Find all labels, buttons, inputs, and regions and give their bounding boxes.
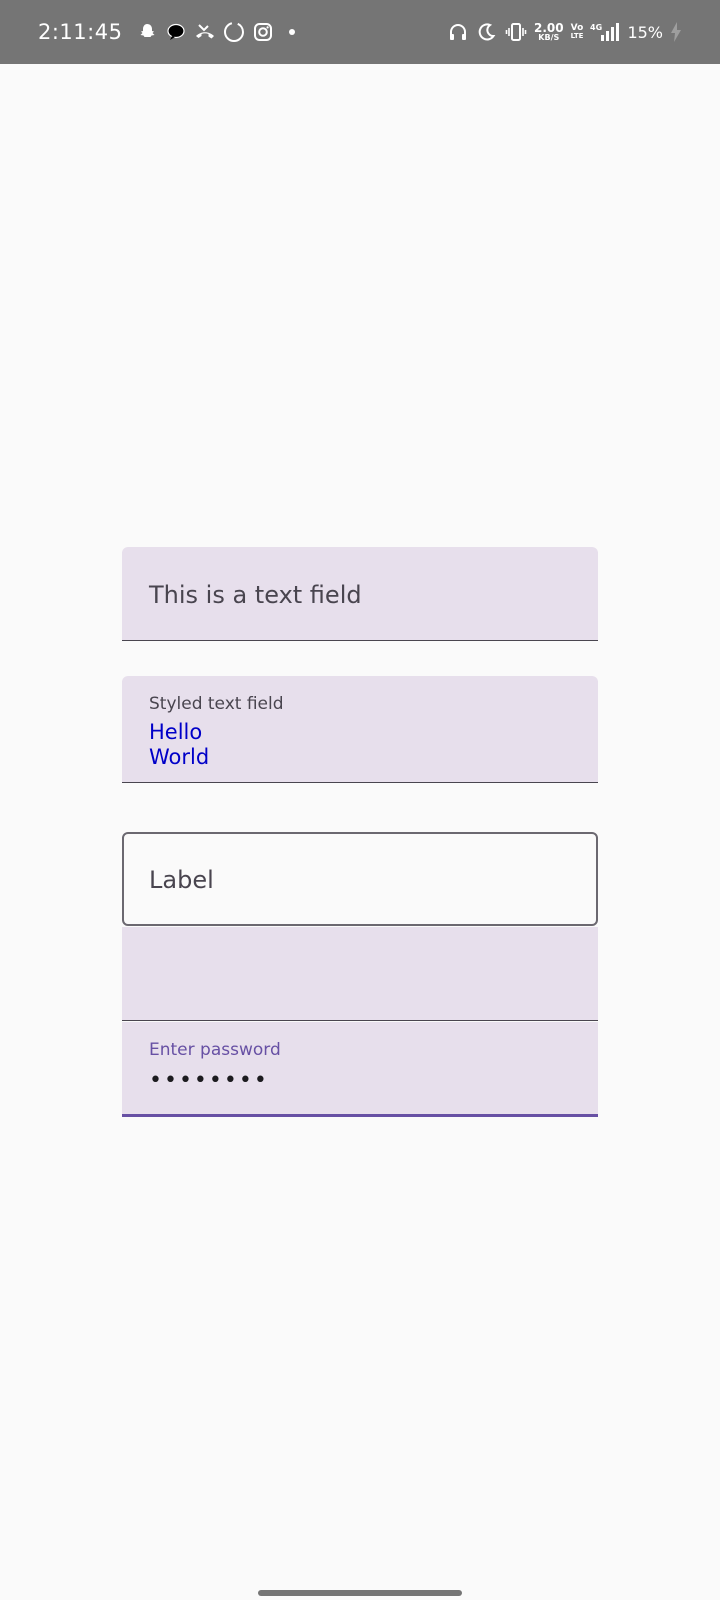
empty-text-field[interactable] [122, 927, 598, 1021]
volte-bottom: LTE [570, 32, 584, 40]
battery-charging-icon [670, 21, 682, 43]
do-not-disturb-moon-icon [476, 21, 498, 43]
notification-icons [136, 21, 303, 43]
dot-icon [281, 21, 303, 43]
styled-text-field[interactable]: Styled text field Hello World [122, 676, 598, 783]
headphones-icon [447, 21, 469, 43]
password-field-value[interactable]: •••••••• [149, 1068, 269, 1093]
network-speed: 2.00 KB/S [534, 22, 564, 42]
styled-text-field-label: Styled text field [149, 694, 284, 714]
signal-4g-icon: 4G [590, 21, 620, 43]
battery-percent: 15% [627, 22, 663, 42]
system-icons: 2.00 KB/S Vo LTE 4G 15% [447, 21, 682, 43]
status-bar: 2:11:45 2.00 KB/S Vo LTE 4G 15% [0, 0, 720, 64]
volte-indicator: Vo LTE [571, 24, 584, 40]
text-field-placeholder: This is a text field [149, 581, 362, 609]
text-field[interactable]: This is a text field [122, 547, 598, 641]
loading-circle-icon [223, 21, 245, 43]
svg-text:4G: 4G [590, 23, 602, 32]
outlined-text-field-label: Label [149, 866, 214, 894]
password-field-label: Enter password [149, 1040, 281, 1060]
instagram-icon [252, 21, 274, 43]
status-time: 2:11:45 [38, 20, 123, 44]
snapchat-icon [136, 21, 158, 43]
network-speed-unit: KB/S [538, 33, 560, 42]
outlined-text-field[interactable]: Label [122, 832, 598, 926]
vibrate-icon [505, 21, 527, 43]
missed-call-icon [194, 21, 216, 43]
password-field[interactable]: Enter password •••••••• [122, 1022, 598, 1117]
home-indicator[interactable] [258, 1590, 462, 1596]
styled-text-field-value[interactable]: Hello World [149, 720, 209, 770]
chat-icon [165, 21, 187, 43]
